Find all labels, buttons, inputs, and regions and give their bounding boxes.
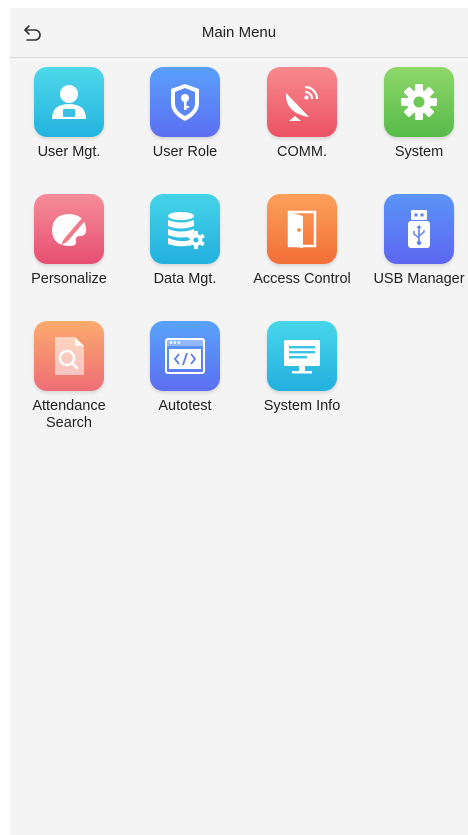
menu-item-label: Attendance Search — [32, 398, 106, 431]
shield-key-icon — [150, 67, 220, 137]
menu-item-access-control[interactable]: Access Control — [244, 194, 360, 288]
menu-item-system-info[interactable]: System Info — [244, 321, 360, 415]
menu-item-data-mgt[interactable]: Data Mgt. — [127, 194, 243, 288]
menu-item-usb-manager[interactable]: USB Manager — [361, 194, 468, 288]
usb-icon — [384, 194, 454, 264]
menu-item-user-role[interactable]: User Role — [127, 67, 243, 161]
menu-item-label: System — [394, 144, 444, 160]
code-window-icon — [150, 321, 220, 391]
monitor-icon — [267, 321, 337, 391]
menu-item-label: User Mgt. — [37, 144, 101, 160]
menu-item-label: Access Control — [253, 271, 351, 287]
back-arrow-icon — [24, 25, 41, 41]
menu-item-label: User Role — [152, 144, 218, 160]
user-icon — [34, 67, 104, 137]
menu-item-label: System Info — [263, 398, 341, 414]
menu-item-label: Personalize — [31, 271, 107, 287]
menu-item-label: Autotest — [158, 398, 212, 414]
menu-item-label: USB Manager — [373, 271, 465, 287]
menu-item-label: Data Mgt. — [153, 271, 217, 287]
menu-item-attendance-search[interactable]: Attendance Search — [11, 321, 127, 432]
menu-item-comm[interactable]: COMM. — [244, 67, 360, 161]
palette-icon — [34, 194, 104, 264]
menu-item-label: COMM. — [277, 144, 327, 160]
menu-item-autotest[interactable]: Autotest — [127, 321, 243, 415]
menu-item-personalize[interactable]: Personalize — [11, 194, 127, 288]
header-bar: Main Menu — [10, 8, 468, 58]
menu-item-system[interactable]: System — [361, 67, 468, 161]
gear-icon — [384, 67, 454, 137]
database-gear-icon — [150, 194, 220, 264]
door-icon — [267, 194, 337, 264]
page-title: Main Menu — [201, 24, 277, 41]
satellite-dish-icon — [267, 67, 337, 137]
document-search-icon — [34, 321, 104, 391]
menu-item-user-mgt[interactable]: User Mgt. — [11, 67, 127, 161]
main-menu-screen: Main Menu User Mgt. User Role COMM. Syst… — [10, 8, 468, 835]
back-button[interactable] — [20, 20, 46, 46]
